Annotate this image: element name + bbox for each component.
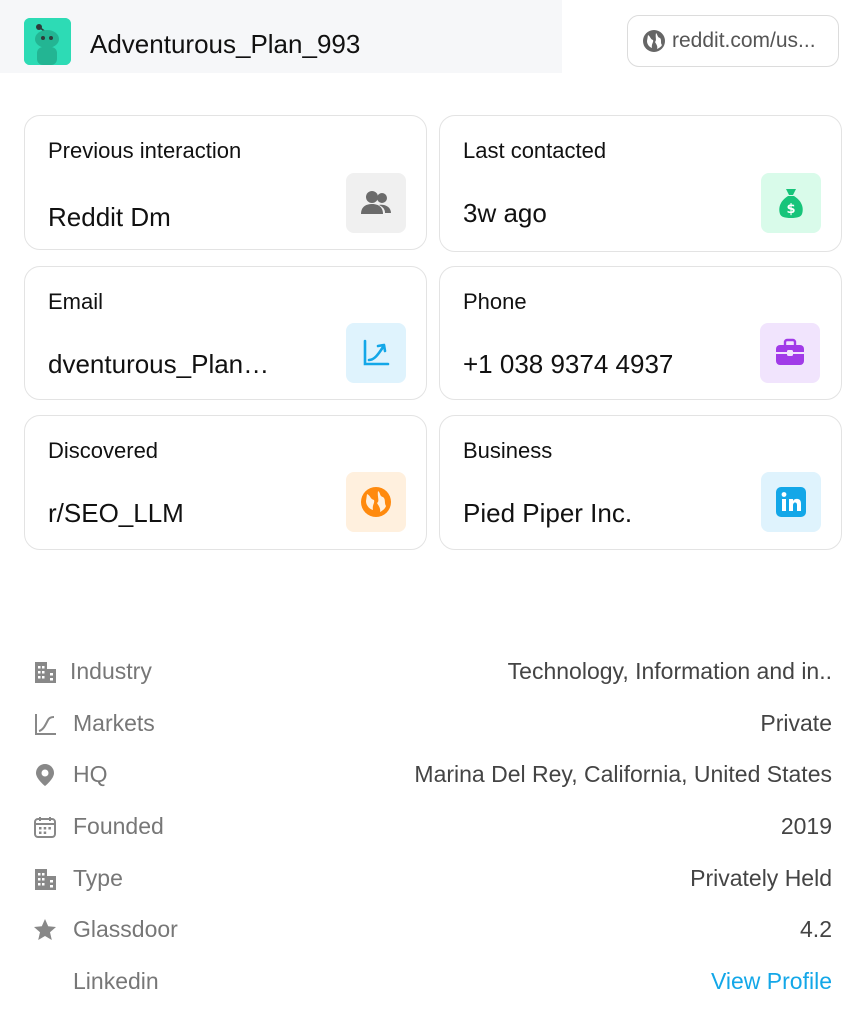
- detail-value: 4.2: [800, 916, 832, 942]
- detail-label: Founded: [73, 813, 164, 839]
- card-label: Last contacted: [463, 138, 607, 163]
- detail-row-type: Type Privately Held: [32, 857, 832, 897]
- detail-row-glassdoor: Glassdoor 4.2: [32, 908, 832, 948]
- card-value[interactable]: r/SEO_LLM: [48, 498, 184, 529]
- detail-value: Technology, Information and in..: [507, 658, 832, 684]
- detail-value: Private: [760, 710, 832, 736]
- detail-row-hq: HQ Marina Del Rey, California, United St…: [32, 753, 832, 793]
- card-discovered: Discovered r/SEO_LLM: [24, 415, 427, 550]
- card-email: Email dventurous_Plan…: [24, 266, 427, 400]
- globe-icon: [643, 30, 665, 52]
- card-label: Phone: [463, 289, 527, 314]
- card-label: Discovered: [48, 438, 159, 463]
- calendar-icon: [34, 817, 56, 838]
- building-icon: [35, 869, 56, 890]
- username: Adventurous_Plan_993: [90, 29, 361, 59]
- profile-header: Adventurous_Plan_993: [0, 0, 562, 73]
- card-value: Pied Piper Inc.: [463, 498, 633, 528]
- profile-url-text: reddit.com/us...: [672, 29, 816, 52]
- location-pin-icon: [36, 764, 54, 786]
- line-chart-icon: [35, 714, 56, 735]
- briefcase-icon: [760, 323, 820, 383]
- detail-label: Glassdoor: [73, 916, 178, 942]
- reddit-avatar-icon[interactable]: [24, 18, 71, 65]
- building-icon: [35, 662, 56, 683]
- star-icon: [34, 919, 56, 940]
- detail-label: Industry: [70, 658, 152, 684]
- view-profile-link[interactable]: View Profile: [711, 968, 832, 995]
- card-label: Email: [48, 289, 104, 314]
- linkedin-icon[interactable]: [761, 472, 821, 532]
- detail-row-founded: Founded 2019: [32, 805, 832, 845]
- card-value: 3w ago: [463, 198, 547, 228]
- card-business: Business Pied Piper Inc.: [439, 415, 842, 550]
- people-icon: [346, 173, 406, 233]
- svg-text:$: $: [786, 202, 795, 217]
- card-phone: Phone +1 038 9374 4937: [439, 266, 842, 400]
- card-previous-interaction: Previous interaction Reddit Dm: [24, 115, 427, 250]
- detail-label: HQ: [73, 761, 108, 787]
- profile-url-link[interactable]: reddit.com/us...: [627, 15, 839, 67]
- detail-row-industry: Industry Technology, Information and in.…: [32, 650, 832, 690]
- detail-label: Type: [73, 865, 123, 891]
- card-value[interactable]: dventurous_Plan…: [48, 349, 269, 380]
- trend-chart-icon: [346, 323, 406, 383]
- detail-label: Linkedin: [73, 968, 159, 994]
- detail-value: Marina Del Rey, California, United State…: [414, 761, 832, 787]
- detail-value: Privately Held: [690, 865, 832, 891]
- card-last-contacted: Last contacted 3w ago $: [439, 115, 842, 252]
- money-bag-icon: $: [761, 173, 821, 233]
- card-value[interactable]: +1 038 9374 4937: [463, 349, 673, 380]
- detail-row-markets: Markets Private: [32, 702, 832, 742]
- card-value: Reddit Dm: [48, 202, 171, 232]
- card-label: Previous interaction: [48, 138, 242, 163]
- globe-icon: [346, 472, 406, 532]
- card-label: Business: [463, 438, 553, 463]
- detail-value: 2019: [780, 813, 832, 839]
- detail-label: Markets: [73, 710, 155, 736]
- detail-row-linkedin: Linkedin View Profile: [32, 960, 832, 1000]
